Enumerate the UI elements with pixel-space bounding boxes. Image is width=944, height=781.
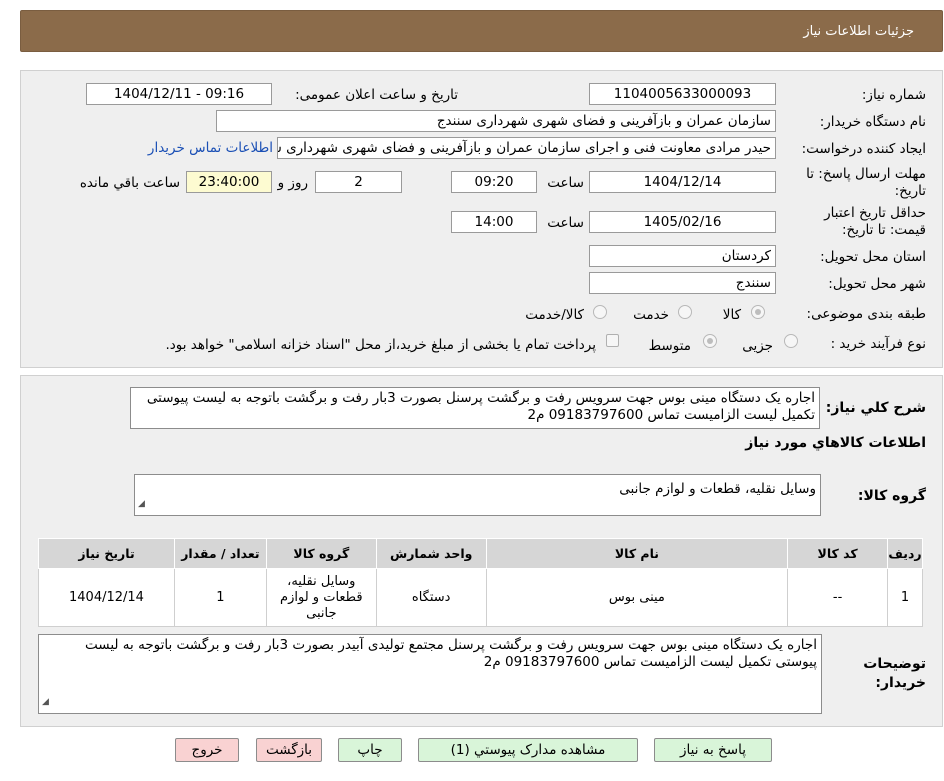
col-name: نام کالا <box>485 538 789 569</box>
goods-need-date: 1404/12/14 <box>38 568 175 627</box>
page-title: جزئیات اطلاعات نیاز <box>803 24 914 39</box>
process-radio-medium[interactable] <box>703 334 717 348</box>
resize-handle-icon[interactable]: ◢ <box>138 496 145 513</box>
need-desc-label: شرح کلي نياز: <box>825 400 926 416</box>
exit-button[interactable]: خروج <box>175 738 239 762</box>
col-need-date: تاریخ نیاز <box>38 538 175 569</box>
page-header: جزئیات اطلاعات نیاز <box>20 10 943 52</box>
validity-date-field: 1405/02/16 <box>589 211 776 233</box>
attachments-button[interactable]: مشاهده مدارک پیوستي (1) <box>418 738 638 762</box>
col-code: کد کالا <box>787 538 889 569</box>
reply-button[interactable]: پاسخ به نیاز <box>654 738 772 762</box>
category-option-goods-service: کالا/خدمت <box>525 307 584 323</box>
goods-quantity: 1 <box>173 568 267 627</box>
col-unit: واحد شمارش <box>375 538 487 569</box>
print-button[interactable]: چاپ <box>338 738 402 762</box>
announce-label: تاریخ و ساعت اعلان عمومی: <box>295 87 458 103</box>
need-number-label: شماره نیاز: <box>861 87 926 103</box>
process-option-medium: متوسط <box>648 338 691 354</box>
goods-section-title: اطلاعات کالاهاي مورد نياز <box>745 435 926 451</box>
city-field: سنندج <box>589 272 776 294</box>
city-label: شهر محل تحویل: <box>828 276 926 292</box>
buyer-contact-link[interactable]: اطلاعات تماس خریدار <box>148 140 273 156</box>
buyer-notes-label: توضیحات خریدار: <box>863 656 926 691</box>
category-radio-service[interactable] <box>678 305 692 319</box>
requester-field: حیدر مرادی معاونت فنی و اجرای سازمان عمر… <box>277 137 776 159</box>
province-field: کردستان <box>589 245 776 267</box>
col-quantity: تعداد / مقدار <box>173 538 267 569</box>
goods-name: مینی بوس <box>485 568 789 627</box>
category-label: طبقه بندی موضوعی: <box>806 306 926 322</box>
days-field: 2 <box>315 171 402 193</box>
col-row: ردیف <box>887 538 923 569</box>
validity-label: حداقل تاریخ اعتبار قیمت: تا تاریخ: <box>824 205 926 238</box>
goods-unit: دستگاه <box>375 568 487 627</box>
days-label: روز و <box>277 175 308 191</box>
buyer-notes-text: اجاره یک دستگاه مینی بوس جهت سرویس رفت و… <box>85 637 817 670</box>
goods-group: وسایل نقلیه، قطعات و لوازم جانبی <box>265 568 377 627</box>
validity-time-field: 14:00 <box>451 211 537 233</box>
buyer-org-label: نام دستگاه خریدار: <box>819 114 926 130</box>
province-label: استان محل تحویل: <box>820 249 926 265</box>
resize-handle-icon[interactable]: ◢ <box>42 694 49 711</box>
need-number-field: 1104005633000093 <box>589 83 776 105</box>
category-option-goods: کالا <box>722 307 741 323</box>
goods-table-header: ردیف کد کالا نام کالا واحد شمارش گروه کا… <box>38 538 923 569</box>
process-label: نوع فرآیند خرید : <box>830 336 926 352</box>
category-option-service: خدمت <box>633 307 669 323</box>
remaining-label: ساعت باقي مانده <box>79 175 180 191</box>
deadline-time-label: ساعت <box>547 175 584 191</box>
need-desc-box: اجاره یک دستگاه مینی بوس جهت سرویس رفت و… <box>130 387 820 429</box>
requester-label: ایجاد کننده درخواست: <box>801 141 926 157</box>
deadline-label: مهلت ارسال پاسخ: تا تاریخ: <box>806 166 926 199</box>
buyer-org-field: سازمان عمران و بازآفرینی و فضای شهری شهر… <box>216 110 776 132</box>
deadline-date-field: 1404/12/14 <box>589 171 776 193</box>
goods-code: -- <box>787 568 889 627</box>
row-number: 1 <box>887 568 923 627</box>
col-group: گروه کالا <box>265 538 377 569</box>
remaining-time-field: 23:40:00 <box>186 171 272 193</box>
buyer-notes-box: اجاره یک دستگاه مینی بوس جهت سرویس رفت و… <box>38 634 822 714</box>
treasury-payment-checkbox[interactable] <box>606 334 619 347</box>
process-option-minor: جزیی <box>742 338 773 354</box>
category-radio-goods[interactable] <box>751 305 765 319</box>
back-button[interactable]: بازگشت <box>256 738 322 762</box>
announce-field: 1404/12/11 - 09:16 <box>86 83 272 105</box>
goods-group-box: وسایل نقلیه، قطعات و لوازم جانبی ◢ <box>134 474 821 516</box>
category-radio-goods-service[interactable] <box>593 305 607 319</box>
treasury-payment-note: پرداخت تمام یا بخشی از مبلغ خرید،از محل … <box>165 337 596 353</box>
validity-time-label: ساعت <box>547 215 584 231</box>
deadline-time-field: 09:20 <box>451 171 537 193</box>
goods-group-value: وسایل نقلیه، قطعات و لوازم جانبی <box>619 481 816 497</box>
goods-group-label: گروه کالا: <box>857 488 926 504</box>
process-radio-minor[interactable] <box>784 334 798 348</box>
table-row: 1 -- مینی بوس دستگاه وسایل نقلیه، قطعات … <box>38 568 923 627</box>
goods-table: ردیف کد کالا نام کالا واحد شمارش گروه کا… <box>38 538 923 627</box>
